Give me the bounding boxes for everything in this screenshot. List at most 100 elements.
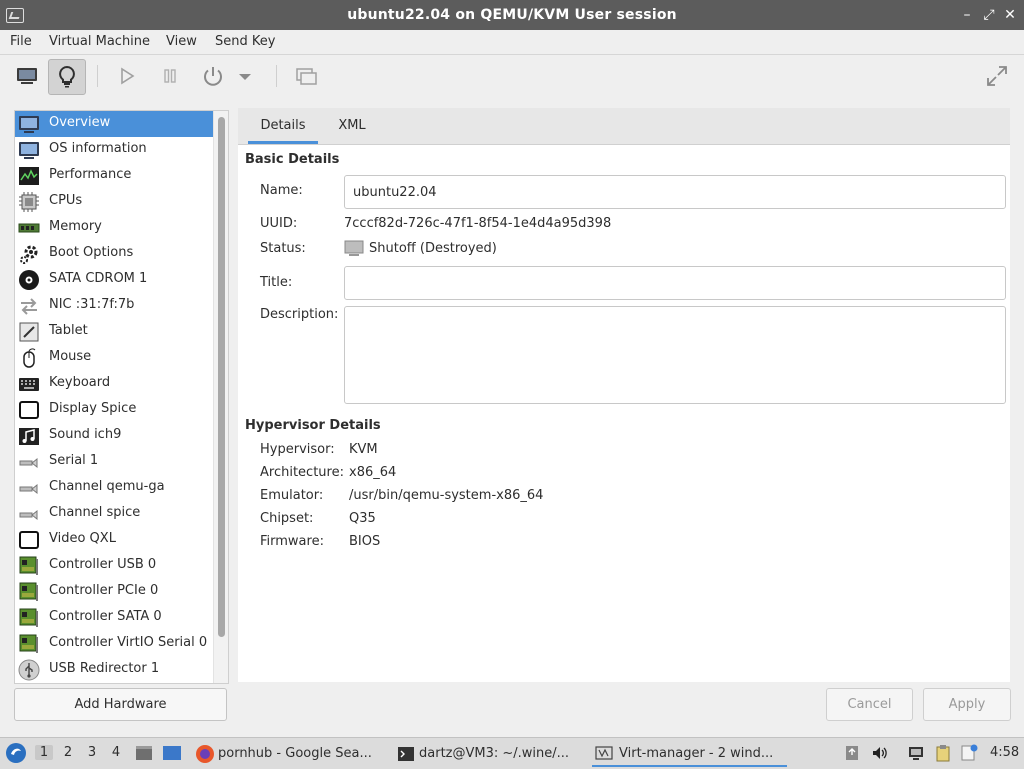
sidebar-item-label: Keyboard bbox=[49, 375, 111, 390]
menu-file[interactable]: File bbox=[10, 34, 32, 49]
sidebar-item-nic[interactable]: NIC :31:7f:7b bbox=[15, 293, 213, 319]
emulator-label: Emulator: bbox=[260, 488, 324, 503]
sidebar-item-label: Memory bbox=[49, 219, 102, 234]
menu-virtual-machine[interactable]: Virtual Machine bbox=[49, 34, 150, 49]
toolbar-separator bbox=[276, 65, 277, 87]
sidebar-item-controller-pcie-0[interactable]: Controller PCIe 0 bbox=[15, 579, 213, 605]
power-button[interactable] bbox=[195, 59, 231, 93]
menu-send-key[interactable]: Send Key bbox=[215, 34, 275, 49]
sidebar-item-sound-ich9[interactable]: Sound ich9 bbox=[15, 423, 213, 449]
tablet-icon bbox=[19, 322, 39, 342]
snapshots-button[interactable] bbox=[288, 59, 324, 93]
controller-icon bbox=[19, 634, 38, 653]
power-icon bbox=[204, 67, 222, 86]
sidebar-item-boot-options[interactable]: Boot Options bbox=[15, 241, 213, 267]
sidebar-scrollbar-thumb[interactable] bbox=[218, 117, 225, 637]
sidebar-item-usb-redirector-1[interactable]: USB Redirector 1 bbox=[15, 657, 213, 683]
hardware-list[interactable]: Overview OS information Performance CPUs… bbox=[14, 110, 229, 684]
basic-details-heading: Basic Details bbox=[245, 152, 340, 167]
video-icon bbox=[19, 531, 39, 549]
architecture-label: Architecture: bbox=[260, 465, 344, 480]
hypervisor-label: Hypervisor: bbox=[260, 442, 335, 457]
sidebar-item-channel-qemu-ga[interactable]: Channel qemu-ga bbox=[15, 475, 213, 501]
sidebar-item-label: USB Redirector 1 bbox=[49, 661, 160, 676]
toolbar-separator bbox=[97, 65, 98, 87]
sidebar-item-video-qxl[interactable]: Video QXL bbox=[15, 527, 213, 553]
title-input[interactable] bbox=[345, 267, 1001, 299]
tab-bar: Details XML bbox=[238, 108, 1010, 145]
workspace-2[interactable]: 2 bbox=[59, 745, 77, 760]
volume-icon[interactable] bbox=[871, 744, 889, 762]
sidebar-item-label: Sound ich9 bbox=[49, 427, 122, 442]
task-terminal[interactable]: dartz@VM3: ~/.wine/... bbox=[395, 740, 585, 767]
sidebar-item-keyboard[interactable]: Keyboard bbox=[15, 371, 213, 397]
run-button[interactable] bbox=[108, 59, 144, 93]
details-panel: Details XML Basic Details Name: UUID: 7c… bbox=[238, 108, 1010, 682]
sidebar-item-controller-sata-0[interactable]: Controller SATA 0 bbox=[15, 605, 213, 631]
workspace-3[interactable]: 3 bbox=[83, 745, 101, 760]
tab-details[interactable]: Details bbox=[248, 108, 318, 144]
apply-button[interactable]: Apply bbox=[923, 688, 1011, 721]
architecture-value: x86_64 bbox=[349, 465, 397, 480]
sidebar-item-display-spice[interactable]: Display Spice bbox=[15, 397, 213, 423]
minimize-icon[interactable]: – bbox=[958, 6, 976, 24]
file-manager-icon[interactable] bbox=[134, 743, 154, 763]
sidebar-item-label: Boot Options bbox=[49, 245, 134, 260]
run-icon bbox=[121, 67, 135, 85]
usb-icon bbox=[18, 659, 40, 681]
sidebar-item-controller-virtio-serial-0[interactable]: Controller VirtIO Serial 0 bbox=[15, 631, 213, 657]
lightbulb-icon bbox=[59, 65, 75, 88]
sidebar-item-overview[interactable]: Overview bbox=[15, 111, 213, 137]
console-button[interactable] bbox=[9, 59, 45, 93]
notes-icon[interactable] bbox=[960, 744, 978, 762]
sidebar-item-tablet[interactable]: Tablet bbox=[15, 319, 213, 345]
sidebar-scrollbar[interactable] bbox=[213, 111, 228, 683]
details-button[interactable] bbox=[48, 59, 86, 95]
sidebar-item-label: Channel spice bbox=[49, 505, 141, 520]
virt-manager-icon bbox=[595, 746, 613, 760]
cdrom-icon bbox=[19, 270, 39, 290]
sidebar-item-controller-usb-0[interactable]: Controller USB 0 bbox=[15, 553, 213, 579]
workspace-1[interactable]: 1 bbox=[35, 745, 53, 760]
show-desktop-icon[interactable] bbox=[162, 743, 182, 763]
sidebar-item-memory[interactable]: Memory bbox=[15, 215, 213, 241]
task-virt-manager[interactable]: Virt-manager - 2 wind... bbox=[592, 740, 787, 767]
clock[interactable]: 4:58 bbox=[990, 745, 1019, 760]
sidebar-item-label: Mouse bbox=[49, 349, 92, 364]
sidebar-item-os-information[interactable]: OS information bbox=[15, 137, 213, 163]
fullscreen-button[interactable] bbox=[979, 59, 1015, 93]
tab-xml[interactable]: XML bbox=[326, 108, 378, 144]
monitor-icon bbox=[19, 142, 39, 159]
taskbar: 1 2 3 4 pornhub - Google Sea... dartz@VM… bbox=[0, 737, 1024, 769]
updates-icon[interactable] bbox=[843, 744, 861, 762]
emulator-value: /usr/bin/qemu-system-x86_64 bbox=[349, 488, 544, 503]
task-label: dartz@VM3: ~/.wine/... bbox=[419, 746, 570, 761]
start-menu-icon[interactable] bbox=[5, 742, 27, 764]
status-value: Shutoff (Destroyed) bbox=[369, 241, 497, 256]
sidebar-item-performance[interactable]: Performance bbox=[15, 163, 213, 189]
window-titlebar[interactable]: ubuntu22.04 on QEMU/KVM User session – ⤢… bbox=[0, 0, 1024, 30]
hypervisor-details-heading: Hypervisor Details bbox=[245, 418, 381, 433]
sidebar-item-label: Channel qemu-ga bbox=[49, 479, 165, 494]
sidebar-item-channel-spice[interactable]: Channel spice bbox=[15, 501, 213, 527]
task-firefox[interactable]: pornhub - Google Sea... bbox=[193, 740, 383, 767]
pause-button[interactable] bbox=[152, 59, 188, 93]
name-input[interactable] bbox=[345, 176, 1001, 208]
fullscreen-icon bbox=[987, 66, 1007, 86]
description-textarea[interactable] bbox=[345, 307, 1001, 401]
shutdown-options-dropdown[interactable] bbox=[234, 59, 258, 93]
restore-icon[interactable]: ⤢ bbox=[980, 6, 998, 24]
network-tray-icon[interactable] bbox=[907, 744, 925, 762]
sidebar-item-serial-1[interactable]: Serial 1 bbox=[15, 449, 213, 475]
channel-icon bbox=[19, 483, 38, 495]
add-hardware-button[interactable]: Add Hardware bbox=[14, 688, 227, 721]
workspace-4[interactable]: 4 bbox=[107, 745, 125, 760]
menu-view[interactable]: View bbox=[166, 34, 197, 49]
window-title: ubuntu22.04 on QEMU/KVM User session bbox=[347, 7, 677, 23]
close-icon[interactable]: ✕ bbox=[1001, 6, 1019, 24]
cancel-button[interactable]: Cancel bbox=[826, 688, 913, 721]
sidebar-item-sata-cdrom-1[interactable]: SATA CDROM 1 bbox=[15, 267, 213, 293]
sidebar-item-cpus[interactable]: CPUs bbox=[15, 189, 213, 215]
clipboard-icon[interactable] bbox=[934, 744, 952, 762]
sidebar-item-mouse[interactable]: Mouse bbox=[15, 345, 213, 371]
